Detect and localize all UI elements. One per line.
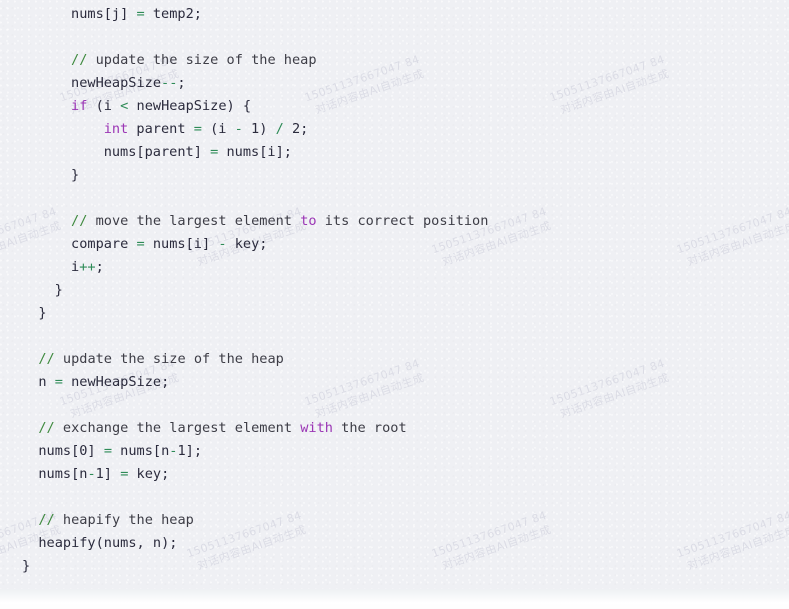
code-token-operator: - (87, 466, 96, 482)
code-line[interactable]: compare = nums[i] - key; (0, 233, 789, 256)
code-token-plain: i (71, 259, 80, 275)
code-token-comment: update the size of the heap (54, 351, 284, 367)
code-line[interactable]: } (0, 279, 789, 302)
code-token-keyword: if (71, 98, 88, 114)
code-token-slashes: // (38, 351, 55, 367)
code-token-keyword: to (300, 213, 317, 229)
code-token-plain: parent (128, 121, 194, 137)
code-block[interactable]: nums[j] = temp2; // update the size of th… (0, 0, 789, 578)
bottom-white-band (0, 589, 789, 609)
code-token-operator: / (275, 121, 284, 137)
code-token-plain: nums[i] (144, 236, 219, 252)
code-token-comment: heapify the heap (54, 512, 194, 528)
code-line[interactable]: nums[j] = temp2; (0, 3, 789, 26)
code-token-plain: } (54, 282, 63, 298)
code-line[interactable]: // exchange the largest element with the… (0, 417, 789, 440)
code-token-plain: ; (177, 75, 186, 91)
code-token-slashes: // (38, 420, 55, 436)
code-token-plain: 1]; (177, 443, 203, 459)
code-token-plain: } (71, 167, 80, 183)
code-line[interactable]: heapify(nums, n); (0, 532, 789, 555)
code-line[interactable]: nums[parent] = nums[i]; (0, 141, 789, 164)
code-line[interactable]: } (0, 555, 789, 578)
code-token-operator: = (54, 374, 63, 390)
code-line[interactable]: // update the size of the heap (0, 348, 789, 371)
code-token-plain: key; (128, 466, 170, 482)
code-token-plain: 1) (242, 121, 276, 137)
code-token-plain: nums[n (38, 466, 88, 482)
code-line[interactable]: // update the size of the heap (0, 49, 789, 72)
code-line[interactable]: } (0, 164, 789, 187)
code-token-plain: (i (87, 98, 121, 114)
code-token-operator: = (136, 236, 145, 252)
code-token-plain: 1] (95, 466, 121, 482)
code-line[interactable]: // move the largest element to its corre… (0, 210, 789, 233)
code-screenshot-surface: 15051137667047 84 对话内容由AI自动生成 150511376670… (0, 0, 789, 609)
code-token-plain: newHeapSize (71, 75, 162, 91)
code-token-keyword: with (300, 420, 333, 436)
code-token-keyword: int (103, 121, 129, 137)
code-line[interactable]: // heapify the heap (0, 509, 789, 532)
code-token-operator: - (234, 121, 243, 137)
code-token-comment: move the largest element (87, 213, 301, 229)
code-token-operator: = (193, 121, 202, 137)
code-line[interactable]: nums[0] = nums[n-1]; (0, 440, 789, 463)
code-line[interactable]: nums[n-1] = key; (0, 463, 789, 486)
code-token-plain: } (38, 305, 47, 321)
code-token-plain: (i (201, 121, 235, 137)
code-token-plain: nums[n (112, 443, 170, 459)
code-token-slashes: // (71, 52, 88, 68)
code-token-plain: } (22, 558, 31, 574)
code-token-plain: n (38, 374, 55, 390)
code-token-operator: -- (161, 75, 178, 91)
code-token-plain: nums[i]; (218, 144, 292, 160)
code-token-plain: 2; (283, 121, 309, 137)
code-token-plain: nums[j] (71, 6, 137, 22)
code-line[interactable]: newHeapSize--; (0, 72, 789, 95)
code-token-comment: exchange the largest element (54, 420, 301, 436)
code-token-plain: temp2; (144, 6, 202, 22)
code-token-comment: update the size of the heap (87, 52, 317, 68)
code-line[interactable]: n = newHeapSize; (0, 371, 789, 394)
code-token-operator: - (218, 236, 227, 252)
code-line[interactable]: i++; (0, 256, 789, 279)
code-token-operator: ++ (79, 259, 96, 275)
code-token-plain: key; (226, 236, 268, 252)
code-line[interactable]: } (0, 302, 789, 325)
code-token-plain: nums[parent] (103, 144, 211, 160)
code-token-slashes: // (71, 213, 88, 229)
code-line[interactable]: if (i < newHeapSize) { (0, 95, 789, 118)
code-token-plain: ; (95, 259, 104, 275)
code-line[interactable]: int parent = (i - 1) / 2; (0, 118, 789, 141)
code-token-plain: newHeapSize; (62, 374, 170, 390)
code-token-comment: the root (332, 420, 407, 436)
code-token-comment: its correct position (316, 213, 489, 229)
code-token-plain: newHeapSize) { (128, 98, 252, 114)
code-token-plain: heapify(nums, n); (38, 535, 178, 551)
code-token-slashes: // (38, 512, 55, 528)
code-token-plain: compare (71, 236, 137, 252)
code-token-plain: nums[0] (38, 443, 104, 459)
bottom-edge-divider (0, 589, 789, 590)
code-token-operator: = (136, 6, 145, 22)
code-token-operator: = (103, 443, 112, 459)
